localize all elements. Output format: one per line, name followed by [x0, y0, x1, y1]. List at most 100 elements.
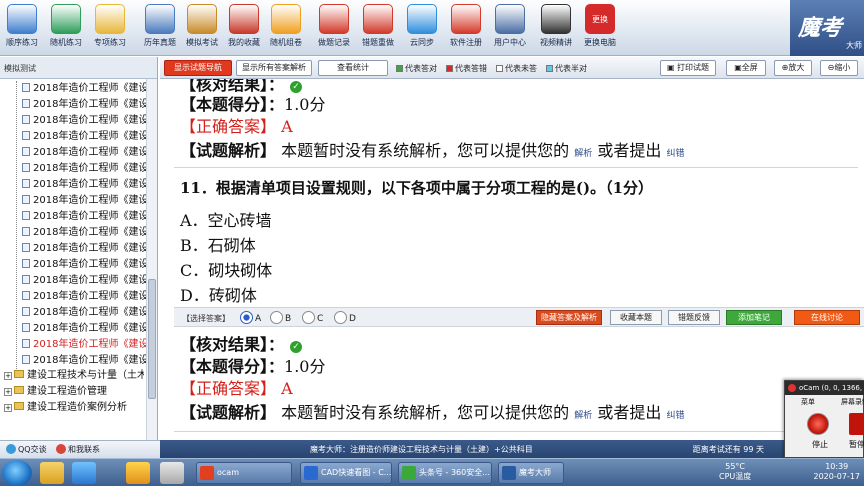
report-error-link[interactable]: 纠错	[666, 411, 684, 421]
radio-option-a[interactable]: A	[240, 311, 261, 324]
tree-item-exam[interactable]: 2018年造价工程师《建设工程	[22, 161, 146, 176]
radio-circle[interactable]	[240, 311, 253, 324]
sidebar-scrollbar[interactable]	[146, 79, 157, 440]
app-icon[interactable]	[160, 462, 184, 484]
tree-item-exam[interactable]: 2018年造价工程师《建设工程	[22, 257, 146, 272]
radio-circle[interactable]	[302, 311, 315, 324]
taskbar-window[interactable]: CAD快速看图 - C...	[300, 462, 392, 484]
stop-record-icon[interactable]	[807, 413, 829, 435]
option-d: D．砖砌体	[180, 286, 257, 305]
tree-item-exam[interactable]: 2018年造价工程师《建设工程	[22, 273, 146, 288]
clock[interactable]: 10:39 2020-07-17	[814, 462, 861, 482]
radio-circle[interactable]	[334, 311, 347, 324]
online-discuss-button[interactable]: 在线讨论	[794, 310, 860, 325]
provide-analysis-link[interactable]: 解析	[574, 149, 592, 159]
tree-line	[16, 81, 17, 373]
toolbar-button-exam-pen[interactable]: 模拟考试	[180, 2, 224, 54]
ocam-menu-button[interactable]: 菜单	[801, 397, 815, 407]
print-button[interactable]: ▣ 打印试题	[660, 60, 716, 76]
tree-item-exam[interactable]: 2018年造价工程师《建设工程	[22, 113, 146, 128]
browser-icon[interactable]	[72, 462, 96, 484]
legend-swatch	[496, 65, 503, 72]
qq-chat-link[interactable]: QQ交谈	[6, 444, 47, 455]
taskbar-window[interactable]: 魔考大师	[498, 462, 564, 484]
tree-item-exam[interactable]: 2018年造价工程师《建设工程	[22, 225, 146, 240]
document-icon	[22, 195, 30, 204]
pause-record-icon[interactable]	[849, 413, 864, 435]
radio-circle[interactable]	[270, 311, 283, 324]
tree-item-exam[interactable]: 2018年造价工程师《建设工程	[22, 289, 146, 304]
taskbar-window[interactable]: ocam	[196, 462, 292, 484]
expand-icon[interactable]: +	[4, 388, 12, 396]
toolbar-button-book-stack[interactable]: 历年真题	[138, 2, 182, 54]
tree-category[interactable]: + 建设工程技术与计量（土木建筑）	[4, 369, 144, 383]
explorer-icon[interactable]	[40, 462, 64, 484]
tree-category[interactable]: + 建设工程造价案例分析	[4, 401, 144, 415]
legend-item: 代表答对	[396, 63, 437, 74]
toolbar-button-shuffle[interactable]: 随机练习	[44, 2, 88, 54]
expand-icon[interactable]: +	[4, 404, 12, 412]
tree-item-exam[interactable]: 2018年造价工程师《建设工程	[22, 129, 146, 144]
toolbar-button-flower[interactable]: 随机组卷	[264, 2, 308, 54]
hide-answer-button[interactable]: 隐藏答案及解析	[536, 310, 602, 325]
collect-question-button[interactable]: 收藏本题	[610, 310, 662, 325]
zoom-out-button[interactable]: ⊖缩小	[820, 60, 858, 76]
tree-item-exam[interactable]: 2018年造价工程师《建设工程	[22, 305, 146, 320]
tree-category[interactable]: + 建设工程造价管理	[4, 385, 144, 399]
tree-item-exam[interactable]: 2018年造价工程师《建设工程	[22, 337, 146, 352]
tree-item-label: 2018年造价工程师《建设工程	[33, 99, 146, 110]
tree-item-exam[interactable]: 2018年造价工程师《建设工程	[22, 353, 146, 368]
tree-item-label: 2018年造价工程师《建设工程	[33, 195, 146, 206]
contact-us-link[interactable]: 和我联系	[56, 444, 100, 455]
show-answer-card-button[interactable]: 显示试题导航	[164, 60, 232, 76]
add-note-button[interactable]: 添加笔记	[726, 310, 782, 325]
show-all-answers-button[interactable]: 显示所有答案解析	[236, 60, 312, 76]
radio-option-b[interactable]: B	[270, 311, 291, 324]
select-answer-label: 【选择答案】	[182, 314, 230, 323]
qq-icon	[6, 444, 16, 454]
error-feedback-button[interactable]: 错题反馈	[668, 310, 720, 325]
tree-item-exam[interactable]: 2018年造价工程师《建设工程	[22, 81, 146, 96]
taskbar-window[interactable]: 头条号 - 360安全...	[398, 462, 492, 484]
tree-item-exam[interactable]: 2018年造价工程师《建设工程	[22, 177, 146, 192]
expand-icon[interactable]: +	[4, 372, 12, 380]
toolbar-button-calendar-record[interactable]: 做题记录	[312, 2, 356, 54]
toolbar-button-collection[interactable]: 我的收藏	[222, 2, 266, 54]
tree-item-exam[interactable]: 2018年造价工程师《建设工程	[22, 97, 146, 112]
radio-option-d[interactable]: D	[334, 311, 356, 324]
start-button[interactable]	[2, 460, 32, 486]
toolbar-button-cloud-sync[interactable]: 云同步	[400, 2, 444, 54]
tree-item-exam[interactable]: 2018年造价工程师《建设工程	[22, 145, 146, 160]
provide-analysis-link[interactable]: 解析	[574, 411, 592, 421]
app-icon[interactable]	[126, 462, 150, 484]
tree-item-exam[interactable]: 2018年造价工程师《建设工程	[22, 321, 146, 336]
toolbar-button-user[interactable]: 用户中心	[488, 2, 532, 54]
tree-item-label: 2018年造价工程师《建设工程	[33, 275, 146, 286]
toolbar-button-lock[interactable]: 软件注册	[444, 2, 488, 54]
tree-item-exam[interactable]: 2018年造价工程师《建设工程	[22, 209, 146, 224]
view-stats-button[interactable]: 查看统计	[318, 60, 388, 76]
toolbar-button-video-film[interactable]: 视频精讲	[534, 2, 578, 54]
ocam-screen-record-tab[interactable]: 屏幕录制	[841, 397, 864, 407]
radio-option-c[interactable]: C	[302, 311, 323, 324]
report-error-link[interactable]: 纠错	[666, 149, 684, 159]
toolbar-button-list-order[interactable]: 顺序练习	[0, 2, 44, 54]
brand-logo: 魔考 大师	[790, 0, 864, 56]
pause-label: 暂停	[849, 440, 864, 449]
zoom-in-button[interactable]: ⊕放大	[774, 60, 812, 76]
sidebar-scroll-thumb[interactable]	[148, 279, 156, 399]
sidebar-title: 模拟测试	[0, 57, 157, 79]
toolbar-button-folder[interactable]: 专项练习	[88, 2, 132, 54]
document-icon	[22, 275, 30, 284]
toolbar-button-calendar-redo[interactable]: 错题重做	[356, 2, 400, 54]
option-b: B．石砌体	[180, 236, 256, 255]
fullscreen-button[interactable]: ▣全屏	[726, 60, 766, 76]
document-icon	[22, 323, 30, 332]
ocam-title-bar[interactable]: oCam (0, 0, 1366, 768)	[785, 381, 864, 395]
tree-item-exam[interactable]: 2018年造价工程师《建设工程	[22, 193, 146, 208]
flower-icon	[271, 4, 301, 34]
toolbar-button-swap-computer[interactable]: 更换 更换电脑	[578, 2, 622, 54]
exam-countdown: 距离考试还有 99 天	[692, 445, 764, 454]
tree-item-exam[interactable]: 2018年造价工程师《建设工程	[22, 241, 146, 256]
tree-item-label: 2018年造价工程师《建设工程	[33, 259, 146, 270]
